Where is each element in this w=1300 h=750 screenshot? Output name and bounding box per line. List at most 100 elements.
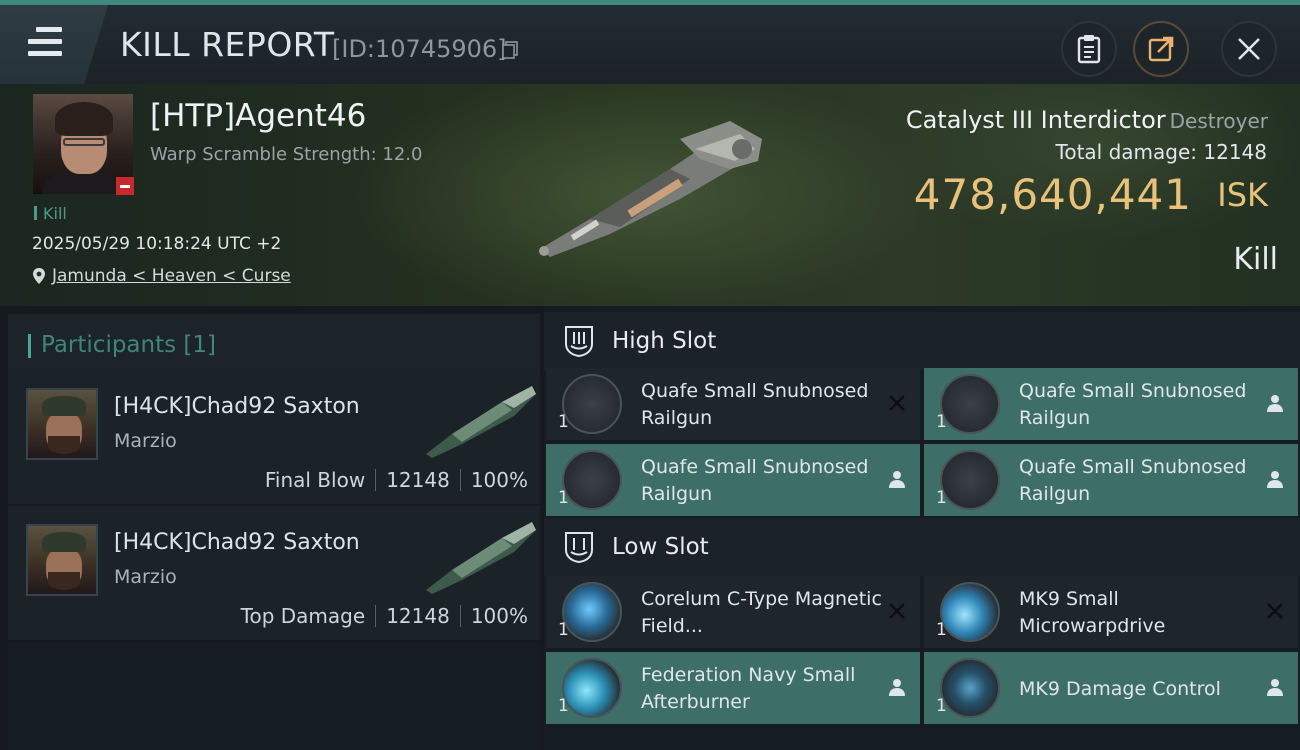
module-name: Quafe Small Snubnosed Railgun <box>1019 456 1247 505</box>
module-quantity: 1 <box>558 488 569 508</box>
magnetic-field-icon <box>562 582 622 642</box>
dropped-person-icon <box>889 679 905 696</box>
module-name: MK9 Damage Control <box>1019 678 1221 700</box>
participants-header[interactable]: Participants [1] <box>8 314 540 372</box>
low-slot-icon <box>565 532 593 564</box>
railgun-icon <box>940 450 1000 510</box>
module-quantity: 1 <box>936 696 947 716</box>
ship-render-image <box>539 121 762 257</box>
participants-empty-area <box>8 642 540 750</box>
location-link[interactable]: Jamunda < Heaven < Curse <box>52 266 291 286</box>
microwarpdrive-icon <box>940 582 1000 642</box>
participant-name[interactable]: [H4CK]Chad92 Saxton <box>114 394 360 419</box>
railgun-icon <box>562 374 622 434</box>
module-name: Federation Navy Small Afterburner <box>641 664 856 713</box>
high-slot-icon <box>565 326 593 358</box>
module-item[interactable]: 1 MK9 Damage Control <box>924 652 1298 724</box>
isk-unit: ISK <box>1217 176 1268 214</box>
participants-panel: Participants [1] [H4CK]Chad92 Saxton Mar… <box>0 306 544 750</box>
module-quantity: 1 <box>936 488 947 508</box>
hamburger-menu-icon <box>28 27 62 57</box>
participants-title-text: Participants <box>41 332 177 358</box>
module-name: Quafe Small Snubnosed Railgun <box>1019 380 1247 429</box>
participant-percent: 100% <box>470 468 528 492</box>
ship-name-label: Catalyst III Interdictor <box>905 106 1166 134</box>
dropped-person-icon <box>889 471 905 488</box>
module-item[interactable]: 1 MK9 Small Microwarpdrive <box>924 576 1298 648</box>
participant-role: Final Blow <box>264 468 366 492</box>
share-button[interactable] <box>1133 21 1189 77</box>
participant-row[interactable]: [H4CK]Chad92 Saxton Marzio Top Damage 121… <box>8 506 540 640</box>
dropped-person-icon <box>1267 679 1283 696</box>
afterburner-icon <box>562 658 622 718</box>
module-quantity: 1 <box>558 412 569 432</box>
participant-role: Top Damage <box>240 604 366 628</box>
module-name: Quafe Small Snubnosed Railgun <box>641 380 869 429</box>
clipboard-button[interactable] <box>1061 21 1117 77</box>
participants-count: [1] <box>183 332 217 358</box>
warp-scramble-strength: Warp Scramble Strength: 12.0 <box>150 144 423 165</box>
page-title: KILL REPORT <box>120 25 335 64</box>
header-bar: KILL REPORT [ID:10745906] <box>0 0 1300 84</box>
destroyed-x-icon <box>889 603 905 619</box>
participant-ship: Marzio <box>114 430 177 452</box>
participant-damage: 12148 <box>386 468 450 492</box>
railgun-icon <box>562 450 622 510</box>
destroyed-x-icon <box>1267 603 1283 619</box>
high-slot-label: High Slot <box>612 328 717 354</box>
railgun-icon <box>940 374 1000 434</box>
participant-percent: 100% <box>470 604 528 628</box>
total-damage-label: Total damage: <box>1055 140 1198 164</box>
participant-damage: 12148 <box>386 604 450 628</box>
participant-avatar[interactable] <box>26 524 98 596</box>
module-quantity: 1 <box>558 696 569 716</box>
module-name: Corelum C-Type Magnetic Field... <box>641 588 882 637</box>
participant-row[interactable]: [H4CK]Chad92 Saxton Marzio Final Blow 121… <box>8 370 540 504</box>
module-item[interactable]: 1 Quafe Small Snubnosed Railgun <box>546 368 920 440</box>
menu-button[interactable] <box>0 5 108 84</box>
module-quantity: 1 <box>936 412 947 432</box>
kill-location[interactable]: Jamunda < Heaven < Curse <box>32 266 291 286</box>
fitting-panel: High Slot 1 Quafe Small Snubnosed Railgu… <box>544 306 1300 750</box>
participant-name[interactable]: [H4CK]Chad92 Saxton <box>114 530 360 555</box>
total-damage-value: 12148 <box>1203 140 1267 164</box>
kill-result: Kill <box>1233 242 1278 277</box>
module-quantity: 1 <box>936 620 947 640</box>
participant-ship-image <box>426 522 536 594</box>
copy-icon[interactable] <box>502 41 518 59</box>
clipboard-icon <box>1077 35 1101 64</box>
module-quantity: 1 <box>558 620 569 640</box>
module-item[interactable]: 1 Quafe Small Snubnosed Railgun <box>924 444 1298 516</box>
participants-title: Participants [1] <box>41 332 216 358</box>
share-icon <box>1148 36 1174 62</box>
module-name: MK9 Small Microwarpdrive <box>1019 588 1166 637</box>
module-name: Quafe Small Snubnosed Railgun <box>641 456 869 505</box>
hostile-badge-icon <box>116 177 134 195</box>
damage-control-icon <box>940 658 1000 718</box>
module-item[interactable]: 1 Corelum C-Type Magnetic Field... <box>546 576 920 648</box>
participant-avatar[interactable] <box>26 388 98 460</box>
participant-ship: Marzio <box>114 566 177 588</box>
destroyed-x-icon <box>889 395 905 411</box>
module-item[interactable]: 1 Quafe Small Snubnosed Railgun <box>924 368 1298 440</box>
low-slot-label: Low Slot <box>612 534 709 560</box>
kill-timestamp: 2025/05/29 10:18:24 UTC +2 <box>32 234 282 254</box>
participant-stats: Final Blow 12148 100% <box>265 468 528 492</box>
kill-tag-label: Kill <box>43 204 67 223</box>
dropped-person-icon <box>1267 471 1283 488</box>
ship-name[interactable]: Catalyst III Interdictor Destroyer <box>906 106 1268 134</box>
high-slot-header: High Slot <box>544 312 1300 370</box>
victim-name[interactable]: [HTP]Agent46 <box>150 98 366 134</box>
report-id: [ID:10745906] <box>332 35 507 63</box>
dropped-person-icon <box>1267 395 1283 412</box>
kill-tag: Kill <box>34 204 67 223</box>
participant-stats: Top Damage 12148 100% <box>241 604 528 628</box>
module-item[interactable]: 1 Quafe Small Snubnosed Railgun <box>546 444 920 516</box>
module-item[interactable]: 1 Federation Navy Small Afterburner <box>546 652 920 724</box>
participant-ship-image <box>426 386 536 458</box>
ship-class: Destroyer <box>1169 109 1268 133</box>
isk-value: 478,640,441 <box>913 170 1192 219</box>
total-damage: Total damage: 12148 <box>1056 140 1267 164</box>
low-slot-header: Low Slot <box>544 518 1300 576</box>
close-button[interactable] <box>1221 21 1277 77</box>
